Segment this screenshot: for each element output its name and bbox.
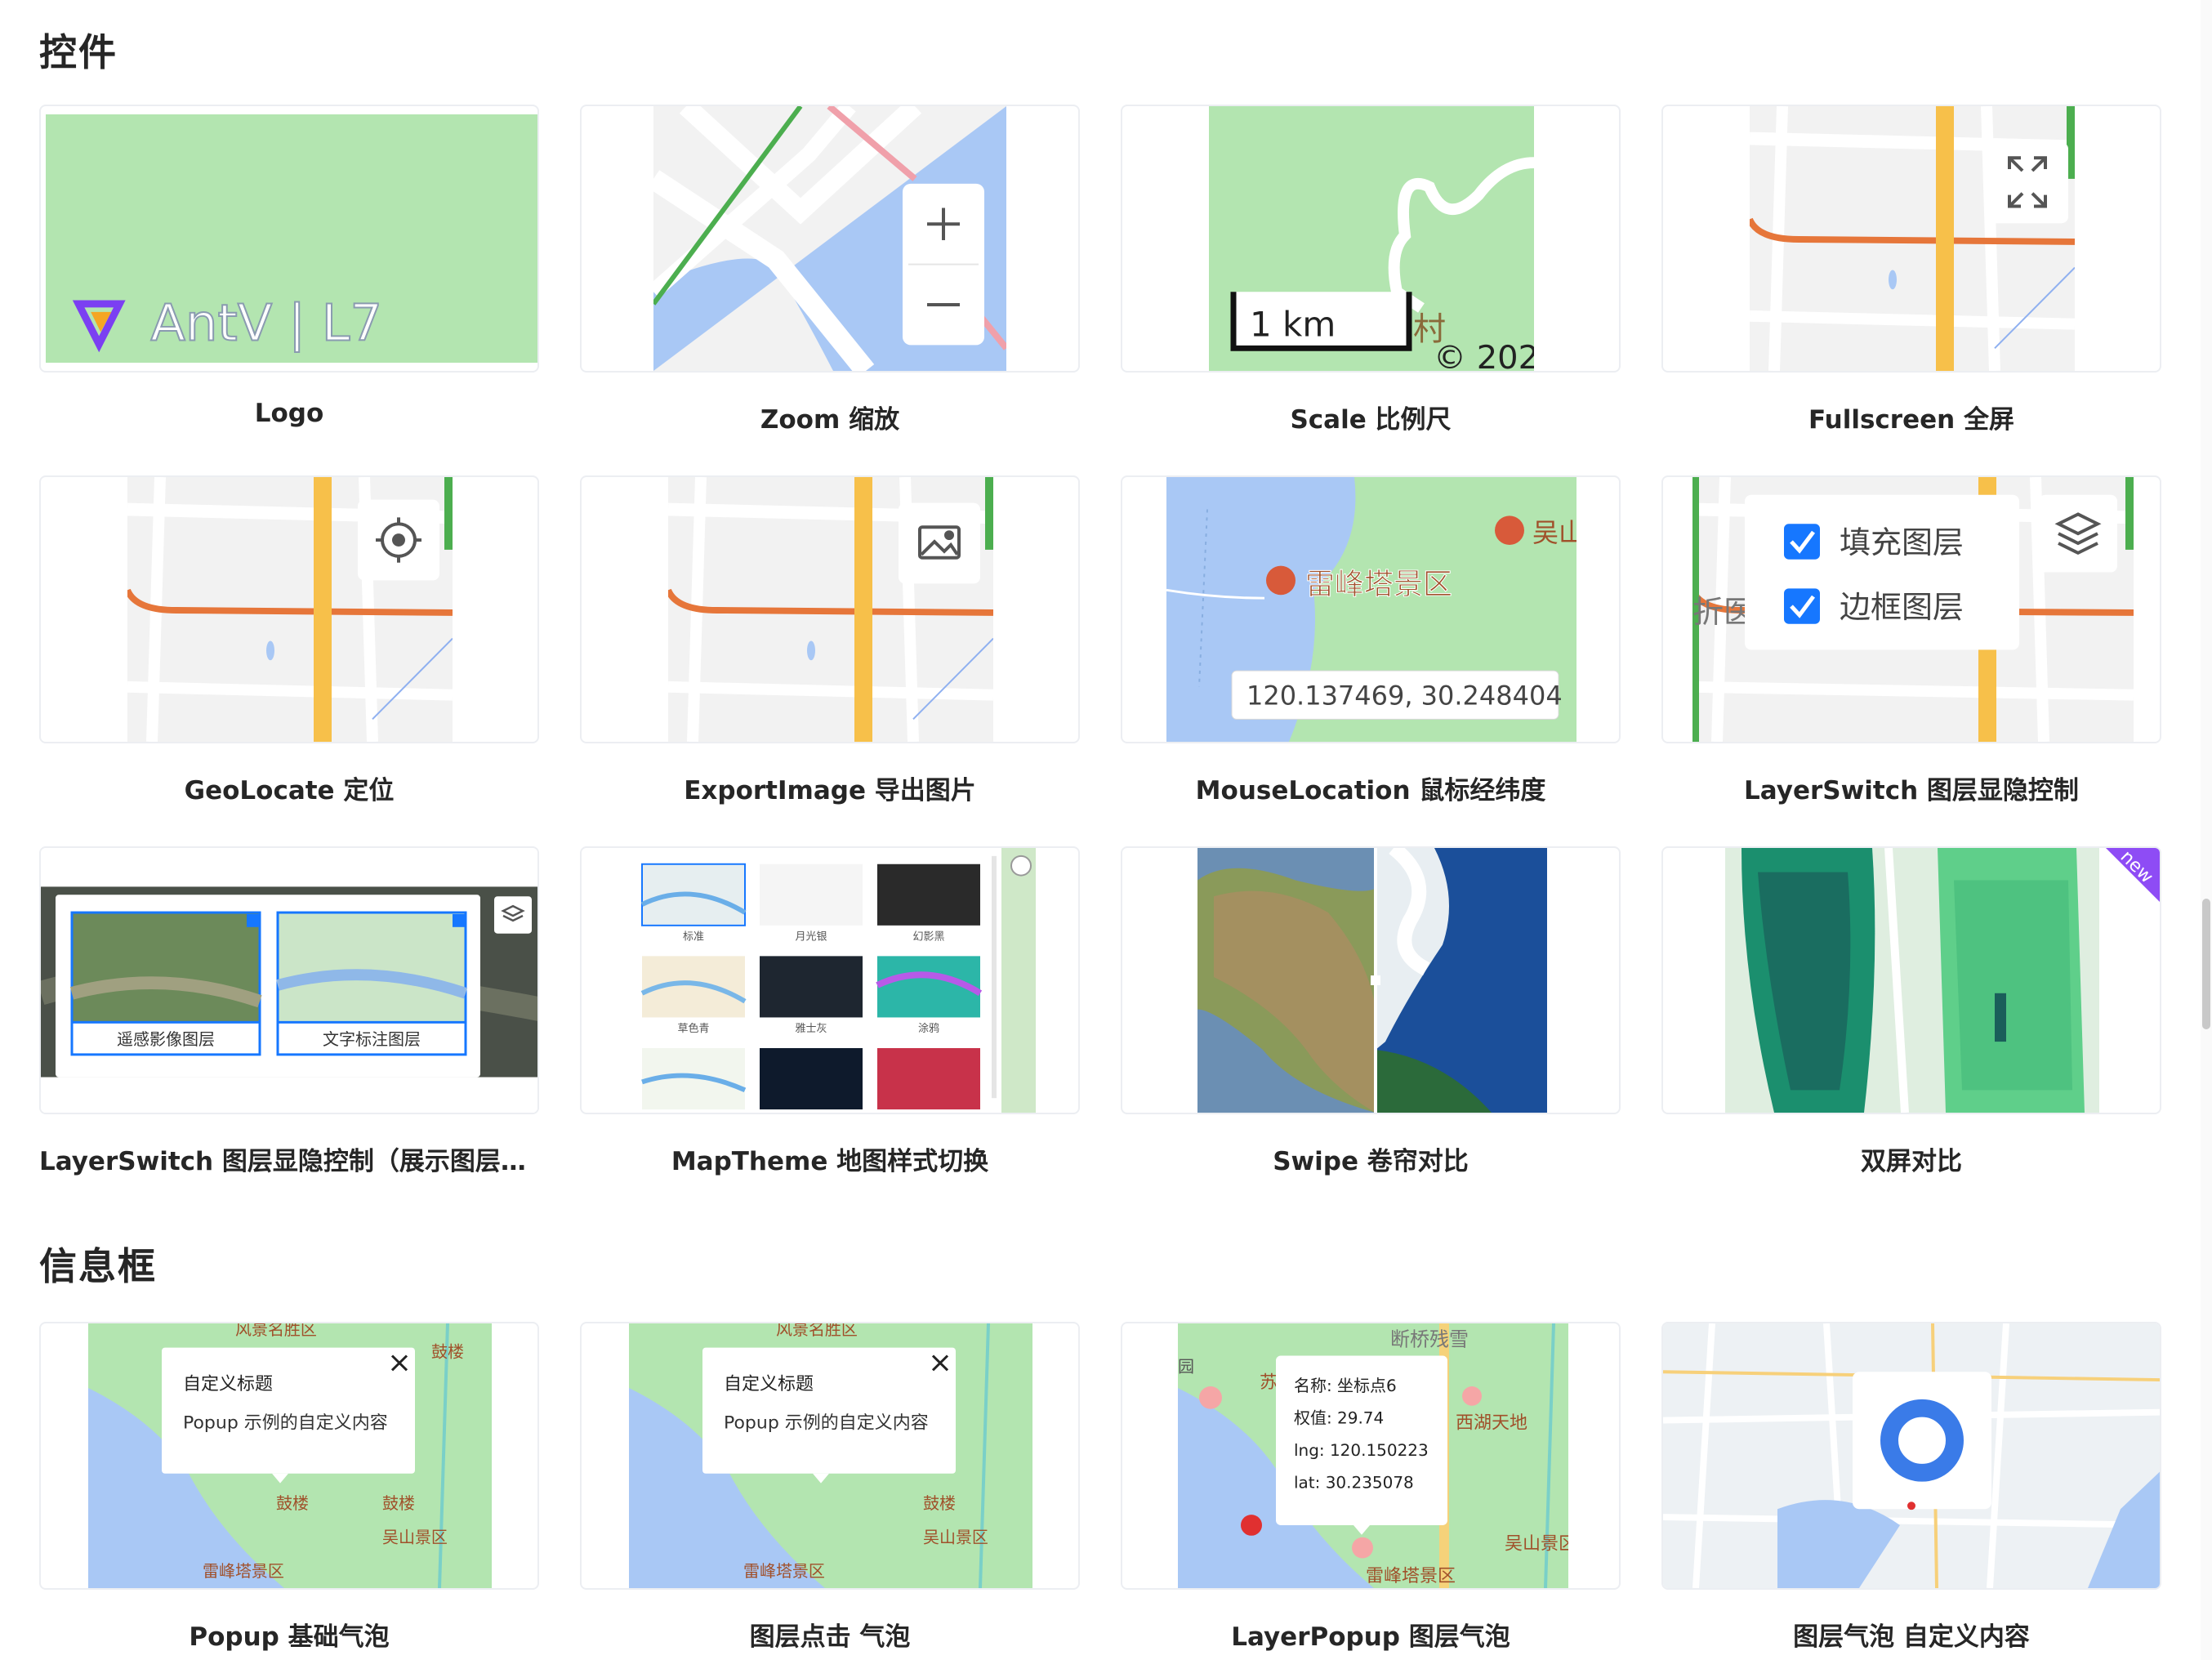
maptheme-thumbnail: 标准 月光银 幻影黑 草色青 雅士灰 涂鸦 — [626, 848, 1036, 1113]
card-zoom[interactable] — [580, 105, 1080, 373]
svg-text:吴山景区: 吴山景区 — [1505, 1534, 1568, 1555]
layerpopup-lng: lng: 120.150223 — [1294, 1441, 1429, 1460]
layerclick-thumbnail: 风景名胜区 鼓楼 吴山景区 雷峰塔景区 自定义标题 Popup 示例的自定义内容 — [629, 1323, 1032, 1588]
scale-copyright: © 2022 — [1434, 339, 1534, 371]
mouse-coordinates: 120.137469, 30.248404 — [1246, 681, 1563, 712]
svg-text:鼓楼: 鼓楼 — [382, 1494, 415, 1513]
ls2-right-label: 文字标注图层 — [323, 1030, 421, 1049]
layerclick-popup-title: 自定义标题 — [724, 1374, 814, 1394]
card-dualscreen-title: 双屏对比 — [1861, 1147, 1962, 1176]
card-scale[interactable]: 1 km 村 © 2022 — [1121, 105, 1621, 373]
section-title-controls: 控件 — [39, 30, 118, 74]
ls2-left-label: 遥感影像图层 — [117, 1030, 215, 1049]
layerpopup-thumbnail: 断桥残雪 园 苏 西湖天地 吴山景区 雷峰塔景区 名称: 坐标点6 权值: 29… — [1178, 1323, 1568, 1588]
popup-title: 自定义标题 — [183, 1374, 273, 1394]
card-layerclick[interactable]: 风景名胜区 鼓楼 吴山景区 雷峰塔景区 自定义标题 Popup 示例的自定义内容 — [580, 1322, 1080, 1590]
swipe-thumbnail — [1197, 848, 1547, 1113]
svg-text:草色青: 草色青 — [678, 1022, 710, 1035]
logo-text: AntV | L7 — [150, 294, 382, 353]
card-layerclick-title: 图层点击 气泡 — [749, 1622, 911, 1652]
checkbox-fill-layer — [1784, 524, 1820, 560]
card-layerswitch2-title: LayerSwitch 图层显隐控制（展示图层图... — [39, 1147, 539, 1176]
card-custompopup-title: 图层气泡 自定义内容 — [1793, 1622, 2030, 1652]
logo-thumbnail: AntV | L7 — [46, 114, 537, 363]
svg-text:吴山景区: 吴山景区 — [923, 1528, 988, 1547]
svg-text:吴山景区: 吴山景区 — [382, 1528, 448, 1547]
scale-text: 1 km — [1250, 305, 1336, 345]
card-maptheme-title: MapTheme 地图样式切换 — [671, 1147, 989, 1176]
card-geolocate[interactable] — [39, 475, 539, 743]
scale-thumbnail: 1 km 村 © 2022 — [1209, 106, 1534, 371]
checkbox-border-layer — [1784, 588, 1820, 624]
svg-text:西湖天地: 西湖天地 — [1456, 1413, 1527, 1434]
layer-fill-label: 填充图层 — [1840, 524, 1964, 560]
mouse-poi-wushan: 吴山 — [1532, 518, 1576, 548]
card-exportimage-title: ExportImage 导出图片 — [684, 776, 976, 805]
svg-text:鼓楼: 鼓楼 — [276, 1494, 309, 1513]
layerswitch-thumbnail: 折医 填充图层 边框图层 — [1692, 477, 2134, 742]
card-scale-title: Scale 比例尺 — [1290, 405, 1452, 435]
card-maptheme[interactable]: 标准 月光银 幻影黑 草色青 雅士灰 涂鸦 — [580, 846, 1080, 1114]
card-popup-title: Popup 基础气泡 — [189, 1622, 390, 1652]
page-scrollbar[interactable] — [2201, 0, 2212, 1660]
card-mouselocation-title: MouseLocation 鼠标经纬度 — [1195, 776, 1546, 805]
card-custompopup[interactable] — [1661, 1322, 2161, 1590]
svg-text:苏: 苏 — [1260, 1372, 1278, 1393]
layer-border-label: 边框图层 — [1840, 589, 1964, 625]
svg-text:幻影黑: 幻影黑 — [913, 931, 945, 944]
svg-text:雷峰塔景区: 雷峰塔景区 — [203, 1562, 284, 1581]
popup-content: Popup 示例的自定义内容 — [183, 1413, 388, 1434]
card-swipe[interactable] — [1121, 846, 1621, 1114]
fullscreen-thumbnail — [1750, 106, 2075, 371]
card-logo-title: Logo — [254, 399, 324, 428]
card-layerswitch[interactable]: 折医 填充图层 边框图层 — [1661, 475, 2161, 743]
card-popup[interactable]: 风景名胜区 鼓楼 鼓楼 鼓楼 吴山景区 雷峰塔景区 自定义标题 Popup 示例… — [39, 1322, 539, 1590]
card-layerpopup-title: LayerPopup 图层气泡 — [1231, 1622, 1510, 1652]
layerpopup-name: 名称: 坐标点6 — [1294, 1377, 1397, 1395]
theme-grid: 标准 月光银 幻影黑 草色青 雅士灰 涂鸦 — [640, 863, 983, 1110]
layerswitch2-thumbnail: 遥感影像图层 文字标注图层 — [41, 848, 537, 1113]
card-logo[interactable]: AntV | L7 — [39, 105, 539, 373]
card-fullscreen-title: Fullscreen 全屏 — [1808, 405, 2014, 435]
svg-text:雷峰塔景区: 雷峰塔景区 — [1366, 1566, 1456, 1586]
card-layerswitch2[interactable]: 遥感影像图层 文字标注图层 — [39, 846, 539, 1114]
svg-text:断桥残雪: 断桥残雪 — [1390, 1328, 1469, 1351]
card-swipe-title: Swipe 卷帘对比 — [1273, 1147, 1469, 1176]
layerpopup-lat: lat: 30.235078 — [1294, 1474, 1414, 1493]
layerclick-popup-content: Popup 示例的自定义内容 — [724, 1413, 929, 1434]
card-layerpopup[interactable]: 断桥残雪 园 苏 西湖天地 吴山景区 雷峰塔景区 名称: 坐标点6 权值: 29… — [1121, 1322, 1621, 1590]
mouse-poi-leifeng: 雷峰塔景区 — [1305, 568, 1452, 601]
zoom-thumbnail — [653, 106, 1006, 371]
dualscreen-thumbnail — [1725, 848, 2099, 1113]
mouselocation-thumbnail: 雷峰塔景区 吴山 120.137469, 30.248404 — [1166, 477, 1576, 742]
card-layerswitch-title: LayerSwitch 图层显隐控制 — [1744, 776, 2079, 805]
svg-text:月光银: 月光银 — [796, 931, 827, 944]
section-title-popups: 信息框 — [39, 1244, 157, 1288]
card-zoom-title: Zoom 缩放 — [760, 405, 900, 435]
svg-text:涂鸦: 涂鸦 — [918, 1022, 939, 1035]
card-mouselocation[interactable]: 雷峰塔景区 吴山 120.137469, 30.248404 — [1121, 475, 1621, 743]
svg-text:园: 园 — [1178, 1357, 1194, 1376]
card-fullscreen[interactable] — [1661, 105, 2161, 373]
svg-text:鼓楼: 鼓楼 — [431, 1343, 464, 1362]
geolocate-thumbnail — [127, 477, 453, 742]
card-exportimage[interactable] — [580, 475, 1080, 743]
new-badge: new — [2106, 848, 2160, 902]
svg-text:标准: 标准 — [683, 931, 704, 944]
svg-text:雅士灰: 雅士灰 — [796, 1023, 827, 1035]
card-dualscreen[interactable]: new — [1661, 846, 2161, 1114]
svg-text:风景名胜区: 风景名胜区 — [776, 1323, 858, 1339]
popup-thumbnail: 风景名胜区 鼓楼 鼓楼 鼓楼 吴山景区 雷峰塔景区 自定义标题 Popup 示例… — [88, 1323, 492, 1588]
layerpopup-value: 权值: 29.74 — [1294, 1409, 1384, 1428]
custompopup-thumbnail — [1663, 1323, 2160, 1588]
svg-text:雷峰塔景区: 雷峰塔景区 — [743, 1562, 825, 1581]
card-geolocate-title: GeoLocate 定位 — [184, 776, 395, 805]
svg-text:鼓楼: 鼓楼 — [923, 1494, 956, 1513]
exportimage-thumbnail — [668, 477, 993, 742]
scrollbar-thumb[interactable] — [2202, 899, 2210, 1029]
svg-text:风景名胜区: 风景名胜区 — [235, 1323, 317, 1339]
